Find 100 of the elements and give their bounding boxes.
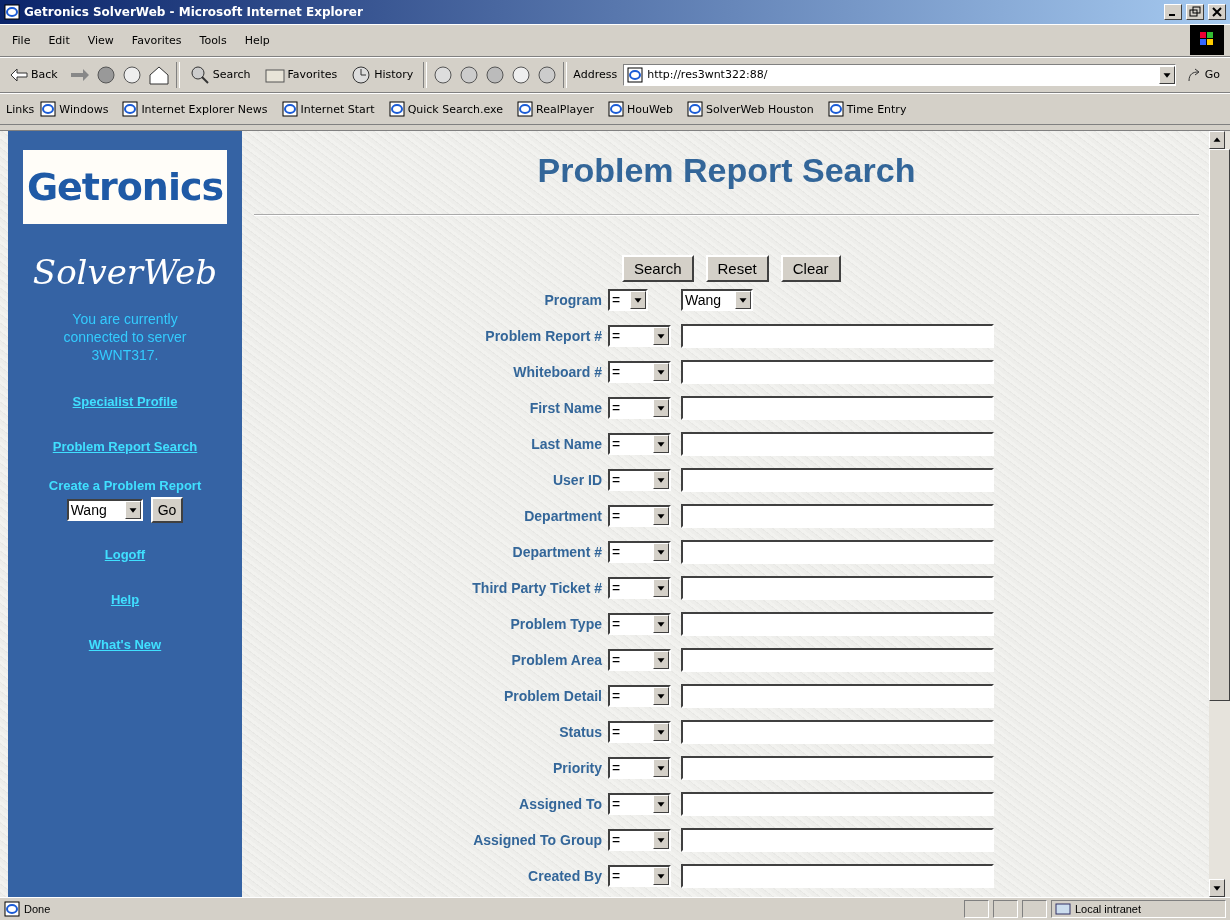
search-icon [189, 64, 210, 85]
scroll-down-icon[interactable] [1209, 879, 1225, 898]
operator-select[interactable]: = [608, 757, 671, 780]
text-field[interactable] [681, 648, 994, 673]
text-field[interactable] [681, 612, 994, 637]
link-item[interactable]: Internet Start [281, 101, 375, 118]
form-button[interactable]: Clear [780, 255, 841, 283]
operator-select[interactable]: = [608, 325, 671, 348]
operator-select[interactable]: = [608, 541, 671, 564]
field-label: Assigned To Group [472, 832, 603, 849]
sidebar-link[interactable]: What's New [88, 637, 162, 653]
field-label: Program [543, 292, 603, 309]
text-field[interactable] [681, 432, 994, 457]
create-label: Create a Problem Report [48, 478, 202, 494]
operator-select[interactable]: = [608, 613, 671, 636]
field-label: Priority [552, 760, 603, 777]
link-item[interactable]: Time Entry [827, 101, 907, 118]
ie-page-icon [388, 101, 405, 118]
ie-page-icon [122, 101, 139, 118]
sidebar-link[interactable]: Problem Report Search [52, 439, 198, 455]
back-arrow-icon [10, 67, 28, 82]
menu-item[interactable]: Favorites [125, 31, 188, 49]
field-label: Department # [511, 544, 603, 561]
operator-select[interactable]: = [608, 505, 671, 528]
link-item[interactable]: Internet Explorer News [122, 101, 268, 118]
intranet-icon [1055, 902, 1071, 917]
text-field[interactable] [681, 684, 994, 709]
operator-select[interactable]: = [608, 469, 671, 492]
server-note: You are currently connected to server 3WNT317. [62, 310, 188, 365]
sidebar-link[interactable]: Specialist Profile [72, 394, 178, 410]
operator-select[interactable]: = [608, 793, 671, 816]
clock-icon [351, 64, 372, 85]
text-field[interactable] [681, 720, 994, 745]
field-label: First Name [528, 400, 603, 417]
logo: Getronics [23, 150, 227, 225]
field-label: Whiteboard # [512, 364, 603, 381]
text-field[interactable] [681, 504, 994, 529]
operator-select[interactable]: = [608, 361, 671, 384]
window-title: Getronics SolverWeb - Microsoft Internet Explorer [24, 4, 364, 19]
sidebar-link[interactable]: Logoff [104, 547, 146, 563]
text-field[interactable] [681, 540, 994, 565]
text-field[interactable] [681, 792, 994, 817]
link-item[interactable]: Quick Search.exe [388, 101, 504, 118]
back-button[interactable]: Back [6, 65, 62, 84]
close-icon[interactable] [1208, 3, 1226, 20]
home-icon[interactable] [147, 64, 170, 85]
operator-select[interactable]: = [608, 397, 671, 420]
field-label: Problem Area [510, 652, 603, 669]
operator-select[interactable]: = [608, 721, 671, 744]
field-label: Department [523, 508, 603, 525]
ie-page-icon [4, 901, 20, 918]
history-button[interactable]: History [347, 62, 418, 87]
field-label: Last Name [530, 436, 603, 453]
menu-item[interactable]: Edit [42, 31, 76, 49]
operator-select[interactable]: = [608, 829, 671, 852]
scroll-up-icon[interactable] [1209, 131, 1225, 150]
menu-item[interactable]: View [81, 31, 120, 49]
text-field[interactable] [681, 468, 994, 493]
form-button[interactable]: Reset [705, 255, 769, 283]
text-field[interactable] [681, 396, 994, 421]
operator-select[interactable]: = [608, 685, 671, 708]
restore-icon[interactable] [1186, 3, 1204, 20]
field-label: User ID [551, 472, 603, 489]
field-label: Problem Detail [502, 688, 603, 705]
sidebar-link[interactable]: Help [110, 592, 140, 608]
ie-page-icon [827, 101, 844, 118]
operator-select[interactable]: = [608, 865, 671, 888]
folder-icon [264, 66, 285, 83]
ie-page-icon [40, 101, 57, 118]
go-button[interactable]: Go [150, 497, 184, 524]
text-field[interactable] [681, 864, 994, 889]
link-item[interactable]: Windows [40, 101, 109, 118]
menu-item[interactable]: File [6, 31, 37, 49]
link-item[interactable]: HouWeb [608, 101, 673, 118]
link-item[interactable]: SolverWeb Houston [686, 101, 814, 118]
status-text: Done [24, 903, 51, 916]
ie-page-icon [627, 66, 644, 83]
menu-item[interactable]: Tools [193, 31, 233, 49]
address-field[interactable]: http://res3wnt322:88/ [623, 63, 1176, 86]
minimize-icon[interactable] [1164, 3, 1182, 20]
operator-select[interactable]: = [608, 649, 671, 672]
program-select[interactable]: Wang [66, 499, 143, 522]
value-select[interactable]: Wang [681, 289, 753, 312]
go-arrow-icon [1185, 66, 1202, 83]
text-field[interactable] [681, 324, 994, 349]
status-pane [1022, 900, 1047, 919]
text-field[interactable] [681, 360, 994, 385]
operator-select[interactable]: = [608, 433, 671, 456]
text-field[interactable] [681, 576, 994, 601]
link-item[interactable]: RealPlayer [517, 101, 594, 118]
form-button[interactable]: Search [622, 255, 694, 283]
operator-select[interactable]: = [608, 577, 671, 600]
status-pane [993, 900, 1018, 919]
operator-select[interactable]: = [608, 289, 648, 312]
text-field[interactable] [681, 756, 994, 781]
favorites-button[interactable]: Favorites [260, 64, 342, 85]
search-button[interactable]: Search [185, 62, 255, 87]
go-button[interactable]: Go [1181, 64, 1224, 85]
text-field[interactable] [681, 828, 994, 853]
menu-item[interactable]: Help [238, 31, 276, 49]
